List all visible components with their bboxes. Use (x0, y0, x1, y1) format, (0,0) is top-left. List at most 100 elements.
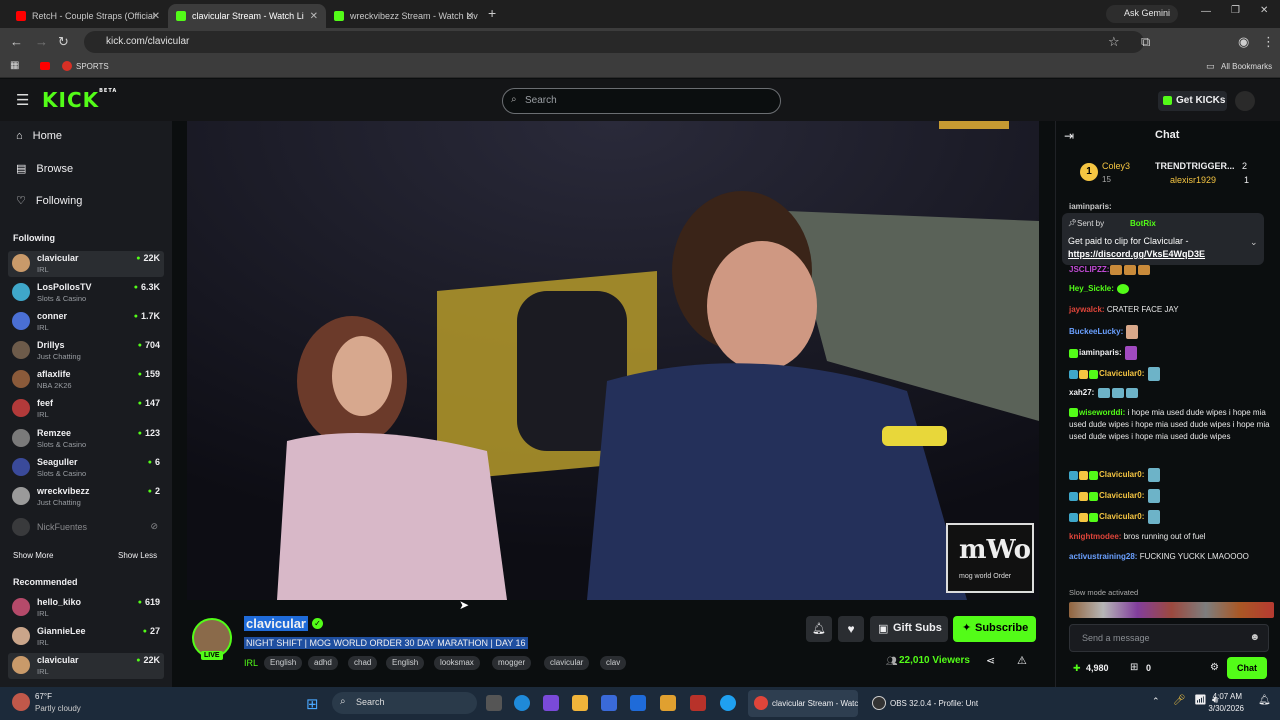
chat-username[interactable]: jaywalck: (1069, 305, 1105, 314)
kick-logo[interactable]: KICKBETA (42, 88, 117, 112)
pinned-link[interactable]: https://discord.gg/VksE4WqD3E (1068, 249, 1205, 259)
channel-name[interactable]: clavicular (244, 616, 308, 631)
chat-username[interactable]: knightmodee: (1069, 532, 1121, 541)
chat-username[interactable]: JSCLIPZZ: (1069, 265, 1109, 274)
chat-username[interactable]: BuckeeLucky: (1069, 327, 1123, 336)
tag[interactable]: English (386, 656, 425, 670)
taskbar-obs-app[interactable]: OBS 32.0.4 - Profile: Unt (866, 690, 982, 717)
emote-quick-bar[interactable] (1069, 602, 1274, 618)
clock-date[interactable]: 3/30/2026 (1204, 704, 1244, 713)
nav-browse[interactable]: ▤ Browse (16, 162, 73, 176)
user-avatar[interactable] (1235, 91, 1255, 111)
report-icon[interactable]: ⚠ (1017, 654, 1027, 667)
emoji-icon[interactable]: ☻ (1249, 632, 1260, 643)
minimize-icon[interactable]: — (1201, 6, 1211, 17)
tag[interactable]: clavicular (544, 656, 590, 670)
hamburger-menu-icon[interactable]: ☰ (16, 91, 29, 109)
menu-icon[interactable]: ⋮ (1262, 34, 1275, 50)
back-icon[interactable]: ← (10, 34, 23, 49)
tag[interactable]: English (264, 656, 303, 670)
leaderboard-name[interactable]: alexisr1929 (1170, 175, 1216, 185)
close-window-icon[interactable]: ✕ (1260, 5, 1268, 16)
new-tab-button[interactable]: + (488, 5, 496, 21)
sidebar-channel-conner[interactable]: conner IRL 1.7K (8, 309, 164, 335)
taskbar-chrome-app[interactable]: clavicular Stream - Watc (748, 690, 858, 717)
tag[interactable]: mogger (492, 656, 532, 670)
category-link[interactable]: IRL (244, 658, 258, 668)
ask-gemini-button[interactable]: Ask Gemini (1106, 5, 1178, 23)
chat-username[interactable]: xah27: (1069, 388, 1094, 397)
close-icon[interactable]: ✕ (310, 11, 318, 22)
sidebar-rec-hello-kiko[interactable]: hello_kiko IRL 619 (8, 595, 164, 621)
star-icon[interactable]: ☆ (1108, 34, 1120, 50)
chat-username[interactable]: Clavicular0: (1099, 369, 1144, 378)
bookmark-sports[interactable]: SPORTS (76, 62, 109, 71)
share-icon[interactable]: ⋖ (986, 654, 995, 667)
sidebar-channel-aflaxlife[interactable]: aflaxlife NBA 2K26 159 (8, 367, 164, 393)
close-icon[interactable]: ✕ (466, 11, 474, 22)
chat-username[interactable]: Clavicular0: (1099, 470, 1144, 479)
sidebar-channel-feef[interactable]: feef IRL 147 (8, 396, 164, 422)
sidebar-channel-nickfuentes[interactable]: NickFuentes ⊘ (8, 515, 164, 541)
app-icon[interactable] (690, 695, 706, 711)
sidebar-channel-remzee[interactable]: Remzee Slots & Casino 123 (8, 426, 164, 452)
search-input[interactable]: ⌕ Search (502, 88, 781, 114)
nav-home[interactable]: ⌂ Home (16, 130, 62, 142)
leaderboard-name[interactable]: Coley3 (1102, 161, 1130, 171)
profile-icon[interactable]: ◉ (1238, 34, 1249, 50)
chat-username[interactable]: activustraining28: (1069, 552, 1137, 561)
subscribe-button[interactable]: ✦ Subscribe (953, 616, 1036, 642)
store-icon[interactable] (601, 695, 617, 711)
notification-bell-icon[interactable]: 🔔︎ (806, 616, 832, 642)
close-icon[interactable]: ✕ (152, 11, 160, 22)
weather-icon[interactable] (12, 693, 30, 711)
chevron-down-icon[interactable]: ⌄ (1250, 237, 1258, 248)
chat-username[interactable]: Clavicular0: (1099, 512, 1144, 521)
chat-username[interactable]: Clavicular0: (1099, 491, 1144, 500)
task-view-icon[interactable] (486, 695, 502, 711)
leaderboard-name[interactable]: TRENDTRIGGER... (1155, 161, 1235, 171)
tab-clavicular[interactable]: clavicular Stream - Watch Li ✕ (168, 4, 326, 28)
video-player[interactable]: mWo mog world Order (187, 121, 1039, 600)
tag[interactable]: chad (348, 656, 378, 670)
apps-icon[interactable]: ▦ (10, 60, 19, 71)
chat-username[interactable]: wiseworddi: (1079, 408, 1125, 417)
clock-time[interactable]: 4:07 AM (1210, 692, 1242, 701)
tab-retch[interactable]: RetcH - Couple Straps (Official ✕ (8, 4, 168, 28)
chat-username[interactable]: iaminparis: (1069, 202, 1112, 211)
settings-gear-icon[interactable]: ⚙ (1210, 662, 1219, 673)
twitter-icon[interactable] (720, 695, 736, 711)
send-chat-button[interactable]: Chat (1227, 657, 1267, 679)
edge-icon[interactable] (514, 695, 530, 711)
extensions-icon[interactable]: ⧉ (1141, 34, 1150, 50)
gift-subs-button[interactable]: ▣ Gift Subs (870, 616, 948, 642)
all-bookmarks[interactable]: All Bookmarks (1221, 62, 1272, 71)
outlook-icon[interactable] (630, 695, 646, 711)
reload-icon[interactable]: ↻ (58, 34, 69, 50)
tag[interactable]: looksmax (434, 656, 480, 670)
windows-start-icon[interactable]: ⊞ (306, 695, 319, 713)
sidebar-rec-giannielee[interactable]: GiannieLee IRL 27 (8, 624, 164, 650)
tag[interactable]: clav (600, 656, 627, 670)
chat-username[interactable]: iaminparis: (1079, 348, 1122, 357)
tab-wreckvibezz[interactable]: wreckvibezz Stream - Watch Liv ✕ (326, 4, 482, 28)
follow-heart-icon[interactable]: ♥ (838, 616, 864, 642)
forward-icon[interactable]: → (35, 34, 48, 49)
pinned-sender[interactable]: BotRix (1130, 219, 1156, 228)
copilot-icon[interactable] (543, 695, 559, 711)
sidebar-channel-wreckvibezz[interactable]: wreckvibezz Just Chatting 2 (8, 484, 164, 510)
collapse-chat-icon[interactable]: ⇥ (1064, 129, 1074, 143)
taskbar-search[interactable]: ⌕ Search (332, 692, 477, 714)
show-more-button[interactable]: Show More (13, 551, 53, 560)
redemption-icon[interactable]: ⊞ (1130, 662, 1138, 673)
sidebar-channel-seaguller[interactable]: Seaguller Slots & Casino 6 (8, 455, 164, 481)
mic-icon[interactable]: 🎤︎ (1173, 695, 1186, 706)
chat-message-input[interactable]: Send a message ☻ (1069, 624, 1269, 652)
file-explorer-icon[interactable] (572, 695, 588, 711)
youtube-icon[interactable] (40, 62, 50, 70)
sidebar-channel-lospollostv[interactable]: LosPollosTV Slots & Casino 6.3K (8, 280, 164, 306)
sidebar-channel-drillys[interactable]: Drillys Just Chatting 704 (8, 338, 164, 364)
get-kicks-button[interactable]: Get KICKs (1158, 91, 1227, 111)
maximize-icon[interactable]: ❐ (1231, 5, 1240, 16)
chat-username[interactable]: Hey_Sickle: (1069, 284, 1114, 293)
